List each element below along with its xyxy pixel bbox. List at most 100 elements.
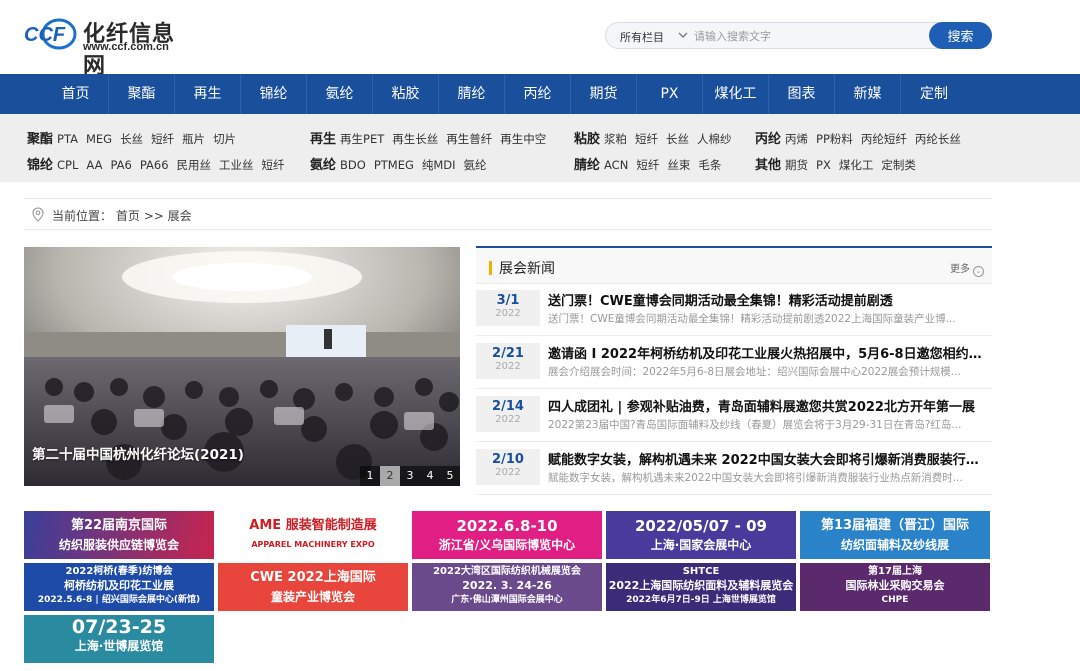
- news-headline[interactable]: 送门票！CWE童博会同期活动最全集锦！精彩活动提前剧透: [548, 290, 988, 309]
- exhibition-banner[interactable]: 第17届上海 国际林业采购交易会 CHPE: [800, 563, 990, 611]
- news-headline[interactable]: 邀请函 I 2022年柯桥纺机及印花工业展火热招展中，5月6-8日邀您相约绍..…: [548, 343, 988, 362]
- nav-item[interactable]: 煤化工: [703, 74, 769, 114]
- category-head[interactable]: 其他: [755, 158, 781, 173]
- category-link[interactable]: 丙烯: [785, 132, 808, 146]
- exhibition-banner[interactable]: 2022/05/07 - 09 上海·国家会展中心: [606, 511, 796, 559]
- exhibition-banner[interactable]: AME 服装智能制造展 APPAREL MACHINERY EXPO: [218, 511, 408, 559]
- category-head[interactable]: 聚酯: [27, 132, 53, 147]
- category-head[interactable]: 锦纶: [27, 158, 53, 173]
- category-link[interactable]: 切片: [213, 132, 236, 146]
- banner-line: CHPE: [881, 595, 909, 605]
- search-input[interactable]: [694, 27, 924, 45]
- image-slider[interactable]: 第二十届中国杭州化纤论坛(2021) 12345: [24, 247, 460, 486]
- category-link[interactable]: 长丝: [120, 132, 143, 146]
- nav-item[interactable]: 首页: [43, 74, 109, 114]
- nav-item[interactable]: 腈纶: [439, 74, 505, 114]
- category-link[interactable]: CPL: [57, 158, 78, 172]
- category-link[interactable]: 再生长丝: [392, 132, 438, 146]
- category-link[interactable]: PTMEG: [374, 158, 414, 172]
- category-link[interactable]: MEG: [86, 132, 112, 146]
- category-head[interactable]: 氨纶: [310, 158, 336, 173]
- category-link[interactable]: 纯MDI: [422, 158, 456, 172]
- category-link[interactable]: 民用丝: [177, 158, 212, 172]
- breadcrumb-current[interactable]: 展会: [168, 209, 192, 223]
- news-headline[interactable]: 四人成团礼 | 参观补贴油费，青岛面辅料展邀您共赏2022北方开年第一展: [548, 396, 988, 415]
- exhibition-banner[interactable]: 第22届南京国际 纺织服装供应链博览会: [24, 511, 214, 559]
- category-link[interactable]: PA6: [110, 158, 131, 172]
- category-link[interactable]: 再生普纤: [446, 132, 492, 146]
- category-link[interactable]: BDO: [340, 158, 366, 172]
- category-link[interactable]: 短纤: [636, 158, 659, 172]
- category-link[interactable]: 丙纶短纤: [861, 132, 907, 146]
- category-head[interactable]: 腈纶: [574, 158, 600, 173]
- slide-dot[interactable]: 1: [360, 466, 380, 486]
- nav-item[interactable]: 丙纶: [505, 74, 571, 114]
- category-link[interactable]: AA: [86, 158, 102, 172]
- site-logo[interactable]: CCF 化纤信息网 www.ccf.com.cn: [23, 14, 193, 79]
- banner-line: 童装产业博览会: [270, 590, 355, 604]
- category-link[interactable]: ACN: [604, 158, 628, 172]
- banner-line: AME 服装智能制造展: [249, 518, 377, 533]
- more-link[interactable]: 更多 ⌄: [950, 260, 984, 277]
- chevron-down-icon[interactable]: [678, 28, 690, 42]
- category-link[interactable]: 短纤: [262, 158, 285, 172]
- exhibition-banner[interactable]: CWE 2022上海国际 童装产业博览会: [218, 563, 408, 611]
- breadcrumb-separator: >>: [143, 209, 164, 223]
- category-link[interactable]: 浆粕: [604, 132, 627, 146]
- category-link[interactable]: 期货: [785, 158, 808, 172]
- category-link[interactable]: 毛条: [698, 158, 721, 172]
- news-item[interactable]: 3/1 2022 送门票！CWE童博会同期活动最全集锦！精彩活动提前剧透 送门票！CW…: [476, 284, 992, 336]
- banner-line: APPAREL MACHINERY EXPO: [251, 540, 375, 549]
- category-link[interactable]: PA66: [140, 158, 169, 172]
- exhibition-banner[interactable]: 2022柯桥(春季)纺博会 柯桥纺机及印花工业展 2022.5.6-8 | 绍兴国际…: [24, 563, 214, 611]
- exhibition-banner[interactable]: 2022大湾区国际纺织机械展览会 2022. 3. 24-26 广东·佛山潭州国际会…: [412, 563, 602, 611]
- news-headline[interactable]: 赋能数字女装，解构机遇未来 2022中国女装大会即将引爆新消费服装行业...: [548, 449, 988, 468]
- category-head[interactable]: 丙纶: [755, 132, 781, 147]
- category-link[interactable]: 定制类: [881, 158, 916, 172]
- slide-dot[interactable]: 2: [380, 466, 400, 486]
- category-link[interactable]: 短纤: [151, 132, 174, 146]
- category-link[interactable]: 丝束: [667, 158, 690, 172]
- category-link[interactable]: 瓶片: [182, 132, 205, 146]
- nav-item[interactable]: 粘胶: [373, 74, 439, 114]
- slide-dot[interactable]: 4: [420, 466, 440, 486]
- exhibition-banner[interactable]: SHTCE 2022上海国际纺织面料及辅料展览会 2022年6月7日-9日 上海世博…: [606, 563, 796, 611]
- breadcrumb-home[interactable]: 首页: [116, 209, 140, 223]
- slide-dot[interactable]: 5: [440, 466, 460, 486]
- nav-item[interactable]: 氨纶: [307, 74, 373, 114]
- nav-item[interactable]: 图表: [769, 74, 835, 114]
- nav-item[interactable]: 定制: [901, 74, 967, 114]
- news-item[interactable]: 2/14 2022 四人成团礼 | 参观补贴油费，青岛面辅料展邀您共赏2022北方开…: [476, 390, 992, 442]
- nav-item[interactable]: 再生: [175, 74, 241, 114]
- exhibition-banner[interactable]: 07/23-25 上海·世博展览馆: [24, 615, 214, 663]
- search-button[interactable]: 搜索: [929, 22, 992, 49]
- banner-line: 浙江省/义乌国际博览中心: [438, 538, 576, 552]
- category-head[interactable]: 再生: [310, 132, 336, 147]
- slide-dot[interactable]: 3: [400, 466, 420, 486]
- category-link[interactable]: 短纤: [635, 132, 658, 146]
- category-link[interactable]: PX: [816, 158, 831, 172]
- nav-item[interactable]: PX: [637, 74, 703, 114]
- category-link[interactable]: 再生PET: [340, 132, 384, 146]
- category-link[interactable]: PP粉料: [816, 132, 853, 146]
- category-link[interactable]: 再生中空: [500, 132, 546, 146]
- category-link[interactable]: 煤化工: [839, 158, 874, 172]
- news-item[interactable]: 2/10 2022 赋能数字女装，解构机遇未来 2022中国女装大会即将引爆新消费服…: [476, 443, 992, 495]
- nav-item[interactable]: 聚酯: [109, 74, 175, 114]
- category-link[interactable]: 长丝: [666, 132, 689, 146]
- breadcrumb: 当前位置： 首页 >> 展会: [24, 198, 992, 230]
- category-link[interactable]: PTA: [57, 132, 78, 146]
- category-head[interactable]: 粘胶: [574, 132, 600, 147]
- nav-item[interactable]: 锦纶: [241, 74, 307, 114]
- nav-item[interactable]: 期货: [571, 74, 637, 114]
- category-link[interactable]: 人棉纱: [697, 132, 732, 146]
- category-link[interactable]: 丙纶长丝: [915, 132, 961, 146]
- news-item[interactable]: 2/21 2022 邀请函 I 2022年柯桥纺机及印花工业展火热招展中，5月6-8…: [476, 337, 992, 389]
- nav-item[interactable]: 新媒: [835, 74, 901, 114]
- exhibition-banner[interactable]: 2022.6.8-10 浙江省/义乌国际博览中心: [412, 511, 602, 559]
- exhibition-banner[interactable]: 第13届福建（晋江）国际 纺织面辅料及纱线展: [800, 511, 990, 559]
- category-link[interactable]: 工业丝: [219, 158, 254, 172]
- category-link[interactable]: 氨纶: [464, 158, 487, 172]
- breadcrumb-label: 当前位置：: [52, 209, 113, 223]
- search-category-select[interactable]: 所有栏目: [620, 29, 664, 45]
